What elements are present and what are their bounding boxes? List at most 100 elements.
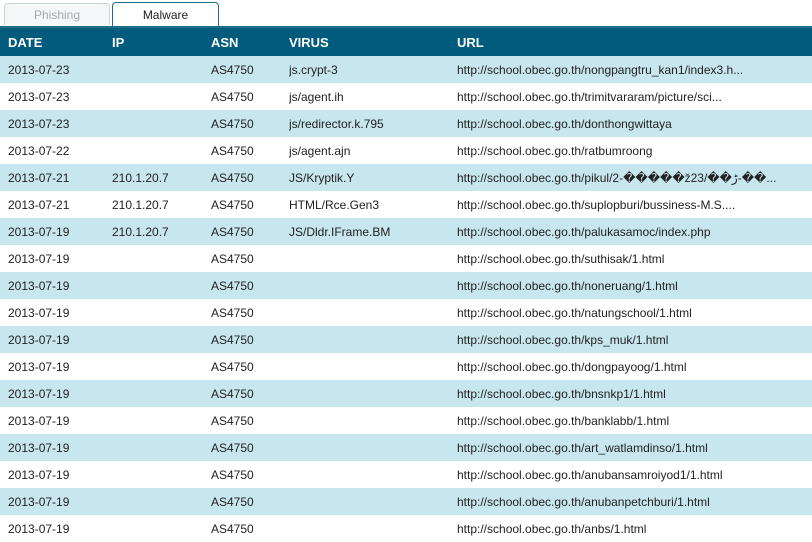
cell-date: 2013-07-19 [0,245,112,272]
table-row[interactable]: 2013-07-19 210.1.20.7 AS4750 JS/Dldr.IFrame… [0,218,812,245]
cell-url[interactable]: http://school.obec.go.th/pikul/2-�����ž2… [457,164,812,191]
column-header-asn[interactable]: ASN [211,28,289,56]
cell-asn: AS4750 [211,353,289,380]
cell-ip [112,407,211,434]
table-row[interactable]: 2013-07-19 AS4750 http://school.obec.go.th… [0,407,812,434]
cell-date: 2013-07-19 [0,218,112,245]
cell-ip [112,110,211,137]
cell-url[interactable]: http://school.obec.go.th/palukasamoc/ind… [457,218,812,245]
cell-asn: AS4750 [211,515,289,542]
cell-ip [112,299,211,326]
cell-date: 2013-07-19 [0,434,112,461]
cell-ip [112,56,211,83]
cell-asn: AS4750 [211,56,289,83]
cell-virus: JS/Dldr.IFrame.BM [289,218,457,245]
cell-virus [289,272,457,299]
tab-phishing[interactable]: Phishing [4,3,110,25]
cell-virus [289,380,457,407]
cell-virus: js/agent.ajn [289,137,457,164]
cell-virus [289,488,457,515]
cell-url[interactable]: http://school.obec.go.th/dongpayoog/1.ht… [457,353,812,380]
cell-date: 2013-07-19 [0,407,112,434]
cell-asn: AS4750 [211,488,289,515]
cell-url[interactable]: http://school.obec.go.th/kps_muk/1.html [457,326,812,353]
cell-date: 2013-07-21 [0,191,112,218]
cell-asn: AS4750 [211,407,289,434]
table-row[interactable]: 2013-07-21 210.1.20.7 AS4750 HTML/Rce.Gen3 h… [0,191,812,218]
cell-ip: 210.1.20.7 [112,218,211,245]
cell-date: 2013-07-19 [0,272,112,299]
table-row[interactable]: 2013-07-21 210.1.20.7 AS4750 JS/Kryptik.Y ht… [0,164,812,191]
cell-virus [289,299,457,326]
cell-asn: AS4750 [211,137,289,164]
cell-ip [112,434,211,461]
cell-url[interactable]: http://school.obec.go.th/anubansamroiyod… [457,461,812,488]
table-row[interactable]: 2013-07-19 AS4750 http://school.obec.go.th… [0,245,812,272]
column-header-virus[interactable]: VIRUS [289,28,457,56]
cell-virus [289,245,457,272]
column-header-date[interactable]: DATE [0,28,112,56]
column-header-ip[interactable]: IP [112,28,211,56]
cell-url[interactable]: http://school.obec.go.th/nongpangtru_kan… [457,56,812,83]
table-row[interactable]: 2013-07-19 AS4750 http://school.obec.go.th… [0,272,812,299]
cell-virus [289,461,457,488]
cell-asn: AS4750 [211,434,289,461]
cell-ip [112,272,211,299]
cell-virus [289,326,457,353]
table-row[interactable]: 2013-07-19 AS4750 http://school.obec.go.th… [0,461,812,488]
table-row[interactable]: 2013-07-19 AS4750 http://school.obec.go.th… [0,380,812,407]
table-header-row: DATE IP ASN VIRUS URL [0,28,812,56]
table-row[interactable]: 2013-07-22 AS4750 js/agent.ajn http://schoo… [0,137,812,164]
cell-url[interactable]: http://school.obec.go.th/art_watlamdinso… [457,434,812,461]
cell-asn: AS4750 [211,191,289,218]
cell-url[interactable]: http://school.obec.go.th/bnsnkp1/1.html [457,380,812,407]
cell-url[interactable]: http://school.obec.go.th/suplopburi/buss… [457,191,812,218]
cell-ip [112,380,211,407]
cell-url[interactable]: http://school.obec.go.th/anbs/1.html [457,515,812,542]
table-row[interactable]: 2013-07-19 AS4750 http://school.obec.go.th… [0,299,812,326]
cell-url[interactable]: http://school.obec.go.th/ratbumroong [457,137,812,164]
cell-url[interactable]: http://school.obec.go.th/donthongwittaya [457,110,812,137]
cell-asn: AS4750 [211,461,289,488]
cell-date: 2013-07-23 [0,56,112,83]
table-row[interactable]: 2013-07-19 AS4750 http://school.obec.go.th… [0,353,812,380]
tab-malware[interactable]: Malware [112,2,219,28]
table-row[interactable]: 2013-07-19 AS4750 http://school.obec.go.th… [0,326,812,353]
cell-date: 2013-07-19 [0,299,112,326]
cell-ip [112,461,211,488]
cell-date: 2013-07-19 [0,326,112,353]
cell-ip [112,83,211,110]
cell-date: 2013-07-19 [0,488,112,515]
cell-asn: AS4750 [211,299,289,326]
table-row[interactable]: 2013-07-23 AS4750 js/redirector.k.795 http:… [0,110,812,137]
table-row[interactable]: 2013-07-19 AS4750 http://school.obec.go.th… [0,488,812,515]
cell-ip [112,245,211,272]
cell-ip [112,326,211,353]
cell-url[interactable]: http://school.obec.go.th/anubanpetchburi… [457,488,812,515]
cell-virus [289,353,457,380]
cell-url[interactable]: http://school.obec.go.th/noneruang/1.htm… [457,272,812,299]
cell-ip [112,137,211,164]
cell-url[interactable]: http://school.obec.go.th/suthisak/1.html [457,245,812,272]
cell-url[interactable]: http://school.obec.go.th/banklabb/1.html [457,407,812,434]
cell-virus: HTML/Rce.Gen3 [289,191,457,218]
table-row[interactable]: 2013-07-23 AS4750 js.crypt-3 http://school.… [0,56,812,83]
cell-virus: js.crypt-3 [289,56,457,83]
cell-ip: 210.1.20.7 [112,164,211,191]
cell-virus: js/agent.ih [289,83,457,110]
column-header-url[interactable]: URL [457,28,812,56]
table-row[interactable]: 2013-07-19 AS4750 http://school.obec.go.th… [0,515,812,542]
cell-asn: AS4750 [211,164,289,191]
cell-virus [289,407,457,434]
cell-virus [289,515,457,542]
cell-asn: AS4750 [211,83,289,110]
cell-date: 2013-07-19 [0,380,112,407]
tab-bar-underline [0,26,812,28]
table-row[interactable]: 2013-07-23 AS4750 js/agent.ih http://school… [0,83,812,110]
cell-date: 2013-07-23 [0,83,112,110]
table-row[interactable]: 2013-07-19 AS4750 http://school.obec.go.th… [0,434,812,461]
cell-ip: 210.1.20.7 [112,191,211,218]
cell-virus: js/redirector.k.795 [289,110,457,137]
cell-url[interactable]: http://school.obec.go.th/trimitvararam/p… [457,83,812,110]
cell-url[interactable]: http://school.obec.go.th/natungschool/1.… [457,299,812,326]
